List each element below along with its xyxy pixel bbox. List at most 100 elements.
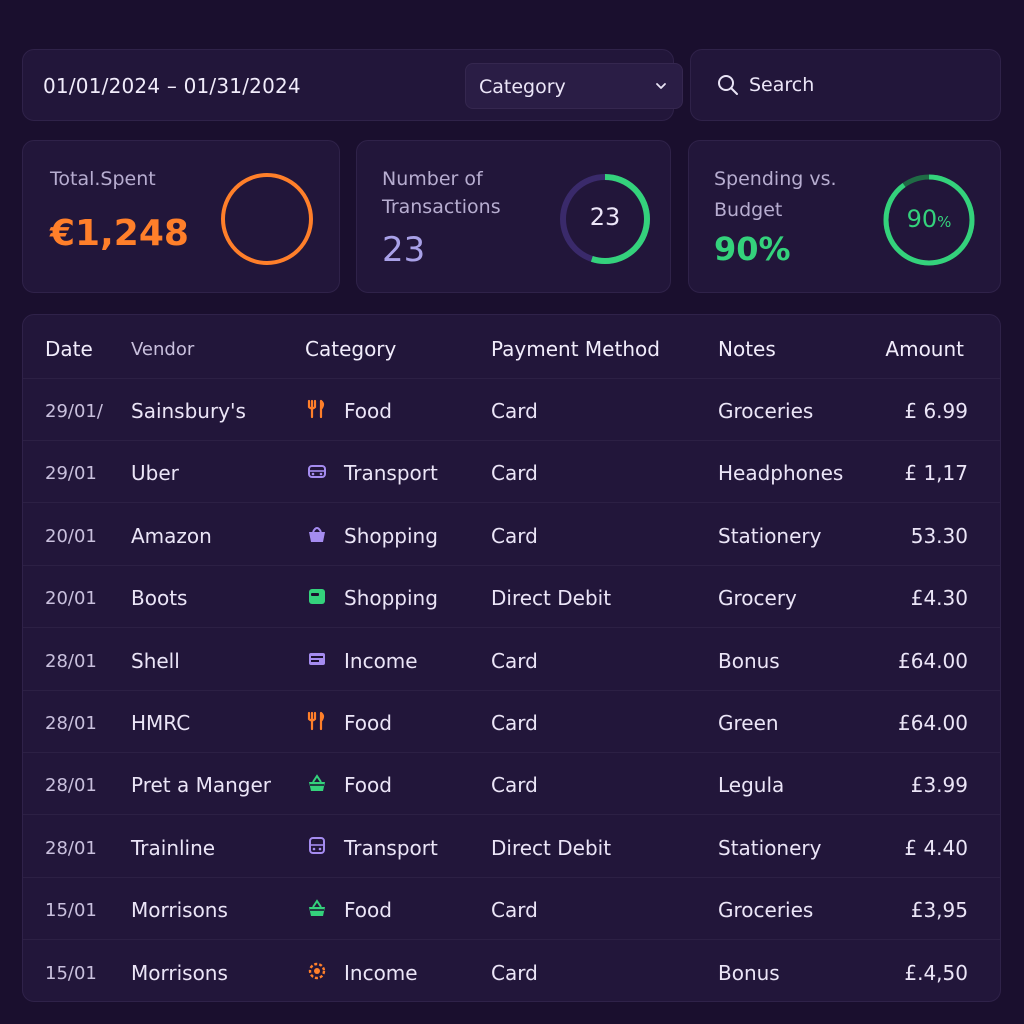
budget-card: Spending vs. Budget 90% 90%: [688, 140, 1001, 293]
row-vendor: HMRC: [131, 711, 191, 735]
row-vendor: Amazon: [131, 523, 212, 548]
row-date: 15/01: [45, 962, 97, 984]
header-date[interactable]: Date: [45, 337, 93, 361]
row-vendor: Uber: [131, 461, 179, 486]
row-notes: Groceries: [718, 399, 814, 423]
date-range-picker[interactable]: 01/01/2024 – 01/31/2024: [43, 74, 301, 98]
budget-ring-unit: %: [937, 213, 952, 231]
row-vendor: Trainline: [131, 835, 216, 860]
header-payment-method[interactable]: Payment Method: [491, 337, 660, 361]
row-notes: Stationery: [718, 523, 822, 548]
search-icon: [718, 75, 738, 95]
transactions-value: 23: [382, 230, 426, 270]
transactions-ring-label: 23: [589, 203, 621, 231]
row-date: 15/01: [45, 900, 97, 922]
header-vendor[interactable]: Vendor: [131, 339, 194, 360]
budget-label-line2: Budget: [714, 199, 783, 221]
row-category: Transport: [344, 835, 438, 860]
row-date: 29/01/: [45, 401, 103, 422]
row-notes: Groceries: [718, 898, 814, 923]
table-row[interactable]: 15/01 Morrisons Income Card Bonus £.4,50: [23, 941, 1000, 1003]
table-row[interactable]: 15/01 Morrisons Food Card Groceries £3,95: [23, 878, 1000, 941]
fork-knife-icon: [307, 399, 325, 419]
total-spent-card: Total.Spent €1,248: [22, 140, 340, 293]
row-payment-method: Card: [491, 773, 538, 798]
row-payment-method: Card: [491, 711, 538, 735]
row-category: Shopping: [344, 586, 438, 611]
row-category: Food: [344, 773, 392, 798]
budget-ring-value: 90: [906, 205, 938, 233]
header-category[interactable]: Category: [305, 337, 396, 361]
table-row[interactable]: 28/01 HMRC Food Card Green £64.00: [23, 691, 1000, 753]
row-date: 28/01: [45, 775, 97, 797]
row-date: 20/01: [45, 588, 97, 610]
table-row[interactable]: 28/01 Pret a Manger Food Card Legula £3.99: [23, 753, 1000, 816]
row-vendor: Morrisons: [131, 898, 228, 923]
row-amount: £3,95: [910, 898, 968, 923]
row-amount: £3.99: [910, 773, 968, 798]
row-vendor: Boots: [131, 586, 188, 611]
total-spent-ring: [221, 173, 313, 265]
chevron-down-icon: [656, 83, 666, 89]
row-payment-method: Card: [491, 648, 538, 673]
row-amount: £ 4.40: [904, 835, 968, 860]
row-amount: £64.00: [898, 711, 968, 735]
row-notes: Bonus: [718, 648, 780, 673]
row-amount: £64.00: [898, 648, 968, 673]
search-placeholder: Search: [749, 74, 815, 96]
row-date: 20/01: [45, 525, 97, 547]
table-row[interactable]: 20/01 Boots Shopping Direct Debit Grocery £4.…: [23, 566, 1000, 629]
row-category: Food: [344, 898, 392, 923]
row-payment-method: Card: [491, 461, 538, 486]
row-vendor: Morrisons: [131, 960, 228, 985]
row-category: Food: [344, 711, 392, 735]
search-input[interactable]: Search: [690, 49, 1001, 121]
row-date: 28/01: [45, 650, 97, 672]
table-row[interactable]: 29/01 Uber Transport Card Headphones £ 1,17: [23, 441, 1000, 504]
transactions-label-line2: Transactions: [382, 196, 501, 218]
row-date: 28/01: [45, 713, 97, 734]
table-row[interactable]: 29/01/Sainsbury's Food Card Groceries £ 6.99: [23, 379, 1000, 441]
table-header: Date Vendor Category Payment Method Note…: [23, 315, 1000, 379]
row-notes: Green: [718, 711, 779, 735]
bus-icon: [309, 836, 325, 854]
row-payment-method: Card: [491, 898, 538, 923]
row-category: Income: [344, 648, 418, 673]
row-category: Transport: [344, 461, 438, 486]
transactions-table: Date Vendor Category Payment Method Note…: [22, 314, 1001, 1002]
basket-icon: [309, 899, 325, 917]
row-amount: £.4,50: [904, 960, 968, 985]
filter-bar: 01/01/2024 – 01/31/2024 Category: [22, 49, 683, 121]
table-row[interactable]: 28/01 Shell Income Card Bonus £64.00: [23, 629, 1000, 691]
wallet-icon: [309, 589, 325, 605]
table-row[interactable]: 28/01 Trainline Transport Direct Debit Stati…: [23, 816, 1000, 878]
header-notes[interactable]: Notes: [718, 337, 776, 361]
total-spent-value: €1,248: [50, 213, 189, 254]
row-payment-method: Direct Debit: [491, 835, 612, 860]
row-payment-method: Card: [491, 960, 538, 985]
row-amount: £ 6.99: [904, 399, 968, 423]
row-payment-method: Card: [491, 523, 538, 548]
row-vendor: Shell: [131, 648, 180, 673]
budget-ring-label: 90%: [881, 205, 977, 233]
row-notes: Headphones: [718, 461, 844, 486]
row-category: Income: [344, 960, 418, 985]
table-row[interactable]: 20/01 Amazon Shopping Card Stationery 53.30: [23, 504, 1000, 566]
category-dropdown-label: Category: [479, 76, 566, 98]
car-icon: [308, 465, 326, 479]
row-date: 28/01: [45, 837, 97, 859]
fork-knife-icon: [307, 711, 325, 731]
row-notes: Bonus: [718, 960, 780, 985]
category-dropdown[interactable]: Category: [465, 63, 683, 109]
header-amount[interactable]: Amount: [885, 337, 964, 361]
row-date: 29/01: [45, 463, 97, 485]
card-icon: [309, 652, 325, 665]
row-category: Shopping: [344, 523, 438, 548]
row-notes: Legula: [718, 773, 785, 798]
transactions-card: Number of Transactions 23 23: [356, 140, 671, 293]
row-category: Food: [344, 399, 392, 423]
row-amount: 53.30: [910, 523, 968, 548]
row-vendor: Pret a Manger: [131, 773, 272, 798]
row-payment-method: Card: [491, 399, 538, 423]
row-amount: £4.30: [910, 586, 968, 611]
